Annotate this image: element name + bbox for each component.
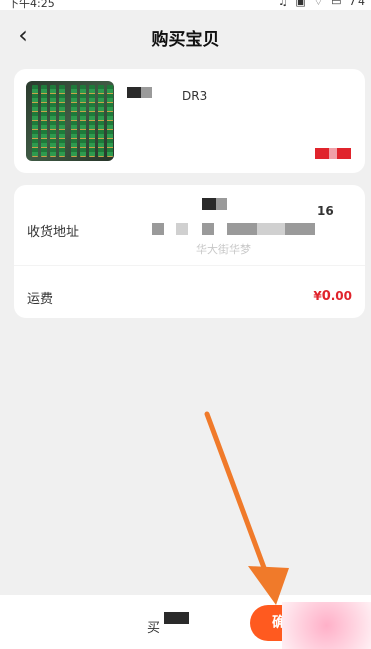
redacted-price-block — [337, 148, 351, 159]
redacted-address-block — [285, 223, 315, 235]
redacted-address-block — [152, 223, 164, 235]
product-name: DR3 — [182, 89, 208, 103]
shipping-fee: ¥0.00 — [313, 289, 352, 304]
redacted-price-block — [315, 148, 329, 159]
redacted-address-block — [257, 223, 285, 235]
redacted-name-block — [216, 198, 227, 210]
redacted-address-block — [176, 223, 188, 235]
status-bar: 下午4:25 ♫ ▣ ⌔ ▭ 74 — [0, 0, 371, 10]
status-time: 下午4:25 — [8, 0, 55, 10]
divider — [14, 265, 365, 266]
page-title: 购买宝贝 — [151, 30, 220, 50]
redacted-title-block — [127, 87, 141, 98]
redacted-name-block — [202, 198, 216, 210]
product-image[interactable] — [26, 81, 114, 161]
address-card[interactable]: 16 收货地址 华大街华梦 运费 ¥0.00 — [14, 185, 365, 318]
redacted-address-block — [202, 223, 214, 235]
blurred-region — [282, 602, 371, 649]
buy-label: 买 — [147, 621, 161, 636]
redacted-total-block — [164, 612, 189, 624]
product-card[interactable]: DR3 — [14, 69, 365, 173]
redacted-address-block — [227, 223, 257, 235]
nav-bar: ‹ 购买宝贝 — [0, 10, 371, 60]
address-label: 收货地址 — [27, 225, 80, 240]
address-fragment: 华大街华梦 — [196, 243, 251, 256]
redacted-price-block — [329, 148, 337, 159]
shipping-label: 运费 — [27, 292, 54, 307]
redacted-title-block — [141, 87, 152, 98]
address-phone-fragment: 16 — [317, 204, 334, 218]
status-icons: ♫ ▣ ⌔ ▭ 74 — [278, 0, 367, 8]
